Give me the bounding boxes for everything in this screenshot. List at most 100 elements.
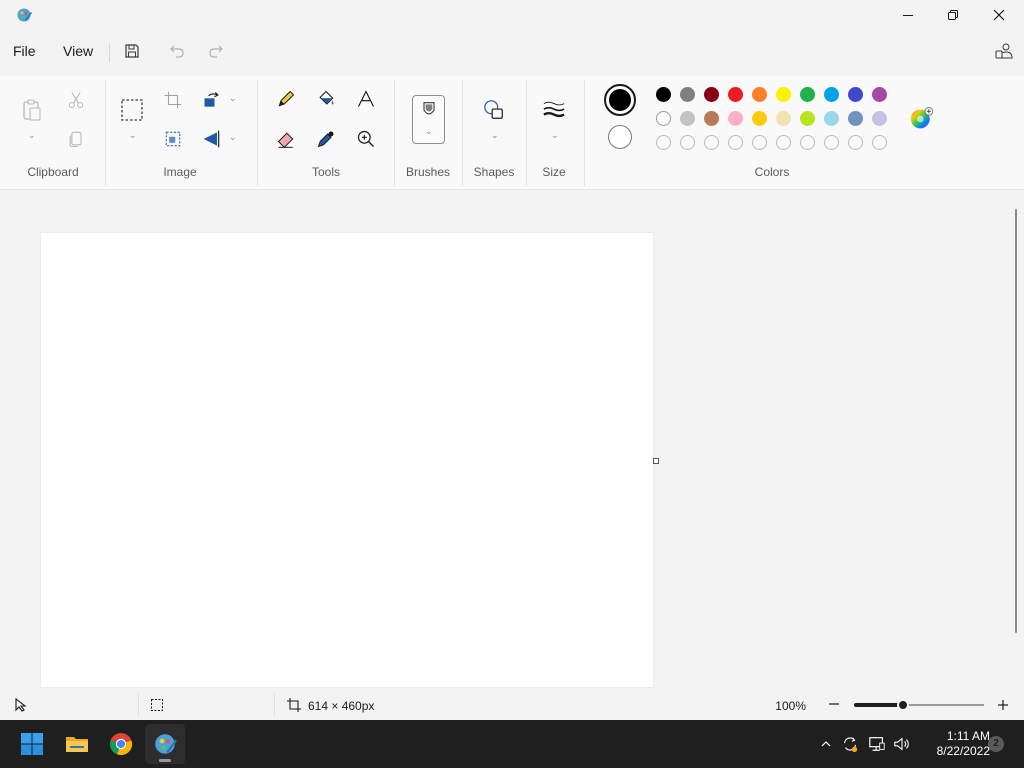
color-swatch[interactable]: [824, 87, 839, 102]
color-swatch[interactable]: [656, 87, 671, 102]
custom-color-slot[interactable]: [872, 135, 887, 150]
select-chevron-down-icon[interactable]: ⌄: [129, 130, 137, 141]
flip-chevron-down-icon[interactable]: ⌄: [229, 132, 237, 143]
color-swatch[interactable]: [824, 111, 839, 126]
color-swatch[interactable]: [728, 87, 743, 102]
color-swatch[interactable]: [872, 87, 887, 102]
magnifier-icon[interactable]: [354, 127, 378, 151]
copy-icon[interactable]: [64, 127, 88, 151]
color-swatch[interactable]: [800, 87, 815, 102]
primary-color-swatch: [609, 89, 631, 111]
color-swatch[interactable]: [776, 111, 791, 126]
redo-icon[interactable]: [207, 42, 225, 60]
resize-icon[interactable]: [161, 127, 185, 151]
fill-bucket-icon[interactable]: [314, 87, 338, 111]
restore-icon: [948, 10, 958, 20]
system-clock[interactable]: 1:11 AM 8/22/2022: [916, 729, 990, 759]
color-swatch[interactable]: [776, 87, 791, 102]
select-icon[interactable]: [120, 98, 144, 122]
zoom-slider-thumb[interactable]: [897, 699, 910, 711]
color-swatch[interactable]: [680, 87, 695, 102]
size-icon[interactable]: [542, 98, 566, 122]
restore-button[interactable]: [930, 0, 976, 30]
windows-logo-icon: [21, 733, 43, 755]
cursor-position-icon: [14, 697, 28, 715]
paste-chevron-down-icon[interactable]: ⌄: [28, 130, 36, 141]
group-divider: [105, 80, 106, 186]
custom-color-slot[interactable]: [680, 135, 695, 150]
zoom-out-icon[interactable]: [828, 697, 840, 714]
custom-color-slot[interactable]: [728, 135, 743, 150]
custom-color-slot[interactable]: [752, 135, 767, 150]
save-icon[interactable]: [123, 42, 141, 60]
eraser-icon[interactable]: [274, 127, 298, 151]
color-picker-icon[interactable]: [314, 127, 338, 151]
flip-icon[interactable]: [200, 127, 224, 151]
network-icon[interactable]: [867, 734, 887, 754]
taskbar-file-explorer[interactable]: [57, 724, 97, 764]
color-swatch[interactable]: [704, 87, 719, 102]
start-button[interactable]: [12, 724, 52, 764]
pencil-icon[interactable]: [274, 87, 298, 111]
volume-icon[interactable]: [892, 734, 912, 754]
color-swatch[interactable]: [872, 111, 887, 126]
rotate-chevron-down-icon[interactable]: ⌄: [229, 93, 237, 104]
color-swatch[interactable]: [752, 87, 767, 102]
menu-view[interactable]: View: [63, 43, 93, 59]
menu-file[interactable]: File: [13, 43, 36, 59]
show-hidden-icons-chevron-up-icon[interactable]: [816, 734, 836, 754]
taskbar-paint[interactable]: [145, 724, 185, 764]
taskbar-chrome[interactable]: [101, 724, 141, 764]
canvas-size-text: 614 × 460px: [308, 699, 375, 713]
color-swatch[interactable]: [800, 111, 815, 126]
zoom-slider[interactable]: [854, 699, 984, 711]
group-divider: [462, 80, 463, 186]
primary-color-button[interactable]: [604, 84, 636, 116]
zoom-in-icon[interactable]: [997, 699, 1009, 714]
canvas-size-icon: [287, 698, 301, 715]
cut-icon[interactable]: [64, 88, 88, 112]
folder-icon: [66, 737, 88, 752]
group-label-colors: Colors: [754, 165, 790, 179]
zoom-percentage[interactable]: 100%: [760, 699, 806, 713]
edit-colors-icon[interactable]: [910, 107, 934, 131]
ribbon-toolbar: ⌄ Clipboard ⌄ ⌄ ⌄ Image Tools ⌄ Brushes …: [0, 76, 1024, 190]
title-bar: Untitled - Paint: [0, 0, 1024, 30]
color-swatch[interactable]: [680, 111, 695, 126]
color-swatch[interactable]: [848, 87, 863, 102]
sync-update-icon[interactable]: [840, 734, 860, 754]
crop-icon[interactable]: [161, 88, 185, 112]
group-label-brushes: Brushes: [405, 165, 451, 179]
secondary-color-button[interactable]: [608, 125, 632, 149]
custom-color-slot[interactable]: [824, 135, 839, 150]
paint-icon: [155, 734, 177, 754]
custom-color-slot[interactable]: [848, 135, 863, 150]
minimize-icon: [903, 15, 913, 16]
rotate-icon[interactable]: [200, 88, 224, 112]
paste-icon[interactable]: [20, 98, 44, 122]
custom-color-slot[interactable]: [656, 135, 671, 150]
brushes-button[interactable]: ⌄: [412, 95, 445, 144]
custom-color-slot[interactable]: [776, 135, 791, 150]
drawing-canvas[interactable]: [40, 232, 654, 688]
shapes-icon[interactable]: [482, 98, 506, 122]
color-swatch[interactable]: [704, 111, 719, 126]
close-button[interactable]: [976, 0, 1022, 30]
account-icon[interactable]: [995, 42, 1013, 60]
custom-color-slot[interactable]: [800, 135, 815, 150]
minimize-button[interactable]: [885, 0, 931, 30]
shapes-chevron-down-icon[interactable]: ⌄: [491, 130, 499, 141]
notification-badge[interactable]: 2: [988, 736, 1004, 752]
vertical-scrollbar[interactable]: [1015, 209, 1017, 633]
color-swatch[interactable]: [752, 111, 767, 126]
undo-icon[interactable]: [168, 42, 186, 60]
text-icon[interactable]: [354, 87, 378, 111]
custom-color-slot[interactable]: [704, 135, 719, 150]
status-bar: 614 × 460px 100%: [0, 690, 1024, 720]
group-label-clipboard: Clipboard: [27, 165, 79, 179]
color-swatch[interactable]: [728, 111, 743, 126]
size-chevron-down-icon[interactable]: ⌄: [551, 130, 559, 141]
color-swatch[interactable]: [656, 111, 671, 126]
color-swatch[interactable]: [848, 111, 863, 126]
canvas-resize-handle[interactable]: [653, 458, 659, 464]
